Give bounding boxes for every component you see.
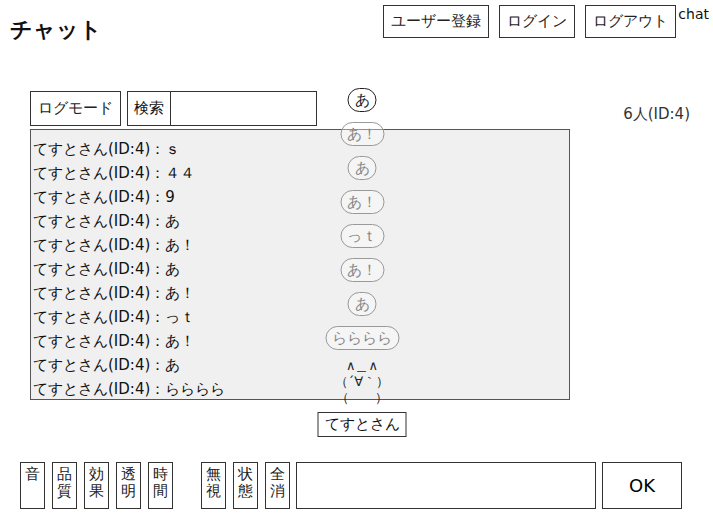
- tool-button[interactable]: 全消: [265, 462, 290, 509]
- log-line: てすとさん(ID:4)：ｓ: [33, 137, 567, 161]
- speech-bubbles: ああ！ああ！っｔあ！あらららら: [325, 88, 399, 350]
- avatar-art: ∧＿∧（´∀｀）（ ）: [335, 358, 389, 406]
- log-mode-button[interactable]: ログモード: [30, 91, 121, 126]
- speech-bubble: あ: [348, 292, 377, 316]
- header-button[interactable]: ログイン: [499, 5, 575, 38]
- log-line: てすとさん(ID:4)：っｔ: [33, 305, 567, 329]
- bottom-toolbar: 音品質効果透明時間無視状態全消 OK: [0, 462, 713, 509]
- tool-group: 音品質効果透明時間: [20, 462, 173, 509]
- tool-button[interactable]: 状態: [233, 462, 258, 509]
- header-button[interactable]: ログアウト: [585, 5, 676, 38]
- tool-group: 無視状態全消: [201, 462, 290, 509]
- message-input[interactable]: [296, 462, 596, 509]
- app-tag: chat: [678, 6, 709, 22]
- avatar-name: てすとさん: [318, 412, 407, 437]
- search-box: 検索: [127, 91, 317, 126]
- header-button[interactable]: ユーザー登録: [383, 5, 489, 38]
- avatar-art-line: ∧＿∧: [346, 358, 378, 374]
- speech-bubble: あ！: [340, 122, 384, 146]
- log-line: てすとさん(ID:4)：9: [33, 185, 567, 209]
- send-button[interactable]: OK: [602, 462, 682, 509]
- speech-bubble: らららら: [325, 326, 399, 350]
- tool-button[interactable]: 音: [20, 462, 45, 509]
- avatar-art-line: （ ）: [336, 390, 388, 406]
- speech-bubble: っｔ: [340, 224, 384, 248]
- log-line: てすとさん(ID:4)：あ！: [33, 329, 567, 353]
- avatar-art-line: （´∀｀）: [335, 374, 389, 390]
- speech-bubble: あ: [348, 156, 377, 180]
- header-actions: ユーザー登録ログインログアウトchat: [383, 5, 709, 38]
- header: チャット ユーザー登録ログインログアウトchat: [0, 0, 713, 45]
- log-line: てすとさん(ID:4)：あ: [33, 353, 567, 377]
- log-line: てすとさん(ID:4)：あ！: [33, 233, 567, 257]
- speech-bubble: あ！: [340, 258, 384, 282]
- log-line: てすとさん(ID:4)：あ: [33, 209, 567, 233]
- log-line: てすとさん(ID:4)：あ！: [33, 281, 567, 305]
- log-controls: ログモード検索: [30, 91, 317, 126]
- tool-button[interactable]: 品質: [52, 462, 77, 509]
- page-title: チャット: [10, 15, 102, 45]
- character[interactable]: ああ！ああ！っｔあ！あらららら∧＿∧（´∀｀）（ ）てすとさん: [318, 88, 407, 437]
- chat-log: てすとさん(ID:4)：ｓてすとさん(ID:4)：４４てすとさん(ID:4)：9…: [30, 129, 570, 400]
- tool-button[interactable]: 効果: [84, 462, 109, 509]
- speech-bubble: あ: [348, 88, 377, 112]
- log-line: てすとさん(ID:4)：あ: [33, 257, 567, 281]
- search-input[interactable]: [171, 92, 316, 125]
- log-line: てすとさん(ID:4)：らららら: [33, 377, 567, 400]
- user-count: 6人(ID:4): [623, 105, 690, 124]
- log-line: てすとさん(ID:4)：４４: [33, 161, 567, 185]
- speech-bubble: あ！: [340, 190, 384, 214]
- search-label: 検索: [128, 92, 171, 125]
- tool-button[interactable]: 透明: [116, 462, 141, 509]
- tool-button[interactable]: 時間: [148, 462, 173, 509]
- tool-button[interactable]: 無視: [201, 462, 226, 509]
- chat-page: チャット ユーザー登録ログインログアウトchat ログモード検索 6人(ID:4) てす…: [0, 0, 713, 514]
